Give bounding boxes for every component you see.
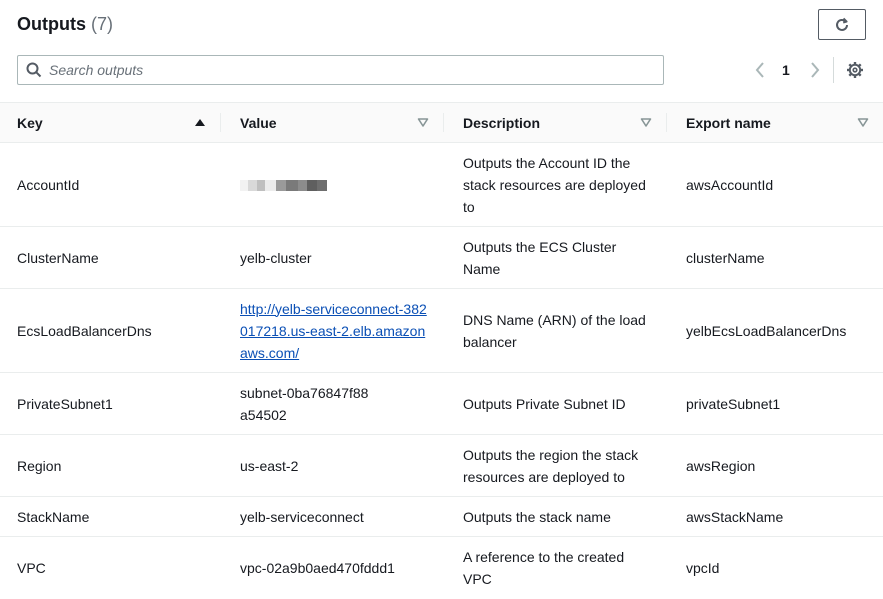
cell-value: vpc-02a9b0aed470fddd1 xyxy=(240,559,395,576)
column-header-key[interactable]: Key xyxy=(0,102,220,143)
page-number-button[interactable]: 1 xyxy=(782,62,790,78)
redacted-value xyxy=(240,180,443,191)
cell-description: Outputs the ECS Cluster Name xyxy=(443,226,666,289)
search-input[interactable] xyxy=(49,62,629,78)
cell-description: Outputs the region the stack resources a… xyxy=(443,434,666,497)
cell-key: ClusterName xyxy=(0,226,220,289)
column-header-label: Key xyxy=(17,114,43,131)
refresh-icon xyxy=(836,17,848,31)
cell-key: Region xyxy=(0,434,220,497)
table-row: EcsLoadBalancerDns http://yelb-serviceco… xyxy=(0,288,883,373)
table-row: ClusterName yelb-cluster Outputs the ECS… xyxy=(0,226,883,289)
cell-export-name: vpcId xyxy=(686,559,720,576)
column-header-description[interactable]: Description xyxy=(443,102,666,143)
search-box[interactable] xyxy=(17,55,664,85)
cell-export-name: awsRegion xyxy=(666,434,883,497)
table-row: VPC vpc-02a9b0aed470fddd1 A reference to… xyxy=(0,537,883,599)
column-header-export-name[interactable]: Export name xyxy=(666,102,883,143)
cell-key: PrivateSubnet1 xyxy=(0,372,220,435)
cell-description: Outputs the stack name xyxy=(443,496,666,537)
cell-description: DNS Name (ARN) of the load balancer xyxy=(443,288,666,373)
caret-up-icon xyxy=(195,119,205,126)
column-divider xyxy=(220,113,221,132)
cell-export-name: yelbEcsLoadBalancerDns xyxy=(666,288,883,373)
outputs-title-text: Outputs xyxy=(17,14,86,34)
cell-value: http://yelb-serviceconnect-382017218.us-… xyxy=(220,288,443,373)
column-header-value[interactable]: Value xyxy=(220,102,443,143)
next-page-button[interactable] xyxy=(806,60,824,80)
chevron-right-icon xyxy=(811,62,820,78)
table-row: StackName yelb-serviceconnect Outputs th… xyxy=(0,496,883,537)
table-row: PrivateSubnet1 subnet-0ba76847f88a54502 … xyxy=(0,372,883,435)
cell-value xyxy=(220,142,443,227)
previous-page-button[interactable] xyxy=(751,60,769,80)
table-row: Region us-east-2 Outputs the region the … xyxy=(0,434,883,497)
cell-export-name: awsStackName xyxy=(666,496,883,537)
outputs-table: Key Value Description Export name Accoun… xyxy=(0,102,883,599)
chevron-left-icon xyxy=(755,62,764,78)
cell-key: VPC xyxy=(17,559,46,576)
cell-export-name: awsAccountId xyxy=(666,142,883,227)
cell-value: yelb-serviceconnect xyxy=(220,496,443,537)
column-header-label: Export name xyxy=(686,114,771,131)
cell-description: Outputs Private Subnet ID xyxy=(443,372,666,435)
cell-description: A reference to the created VPC xyxy=(463,548,625,587)
cell-key: AccountId xyxy=(0,142,220,227)
gear-icon xyxy=(847,62,863,78)
column-divider xyxy=(666,113,667,132)
column-header-label: Description xyxy=(463,114,541,131)
outputs-count: (7) xyxy=(91,14,114,34)
load-balancer-dns-link[interactable]: http://yelb-serviceconnect-382017218.us-… xyxy=(240,301,427,361)
table-header-row: Key Value Description Export name xyxy=(0,102,883,143)
cell-value: subnet-0ba76847f88a54502 xyxy=(220,372,443,435)
column-divider xyxy=(443,113,444,132)
caret-down-icon xyxy=(857,118,869,127)
outputs-title: Outputs (7) xyxy=(17,14,113,35)
table-row: AccountId Outputs the Account ID the sta… xyxy=(0,142,883,227)
cell-key: EcsLoadBalancerDns xyxy=(0,288,220,373)
cell-value: us-east-2 xyxy=(220,434,443,497)
preferences-button[interactable] xyxy=(845,60,865,80)
cell-value: yelb-cluster xyxy=(220,226,443,289)
cell-description: Outputs the Account ID the stack resourc… xyxy=(443,142,666,227)
cell-key: StackName xyxy=(0,496,220,537)
refresh-button[interactable] xyxy=(818,9,866,40)
cell-export-name: clusterName xyxy=(666,226,883,289)
caret-down-icon xyxy=(417,118,429,127)
cell-export-name: privateSubnet1 xyxy=(666,372,883,435)
pagination-divider xyxy=(833,57,834,83)
search-icon xyxy=(26,62,42,78)
caret-down-icon xyxy=(640,118,652,127)
column-header-label: Value xyxy=(240,114,277,131)
